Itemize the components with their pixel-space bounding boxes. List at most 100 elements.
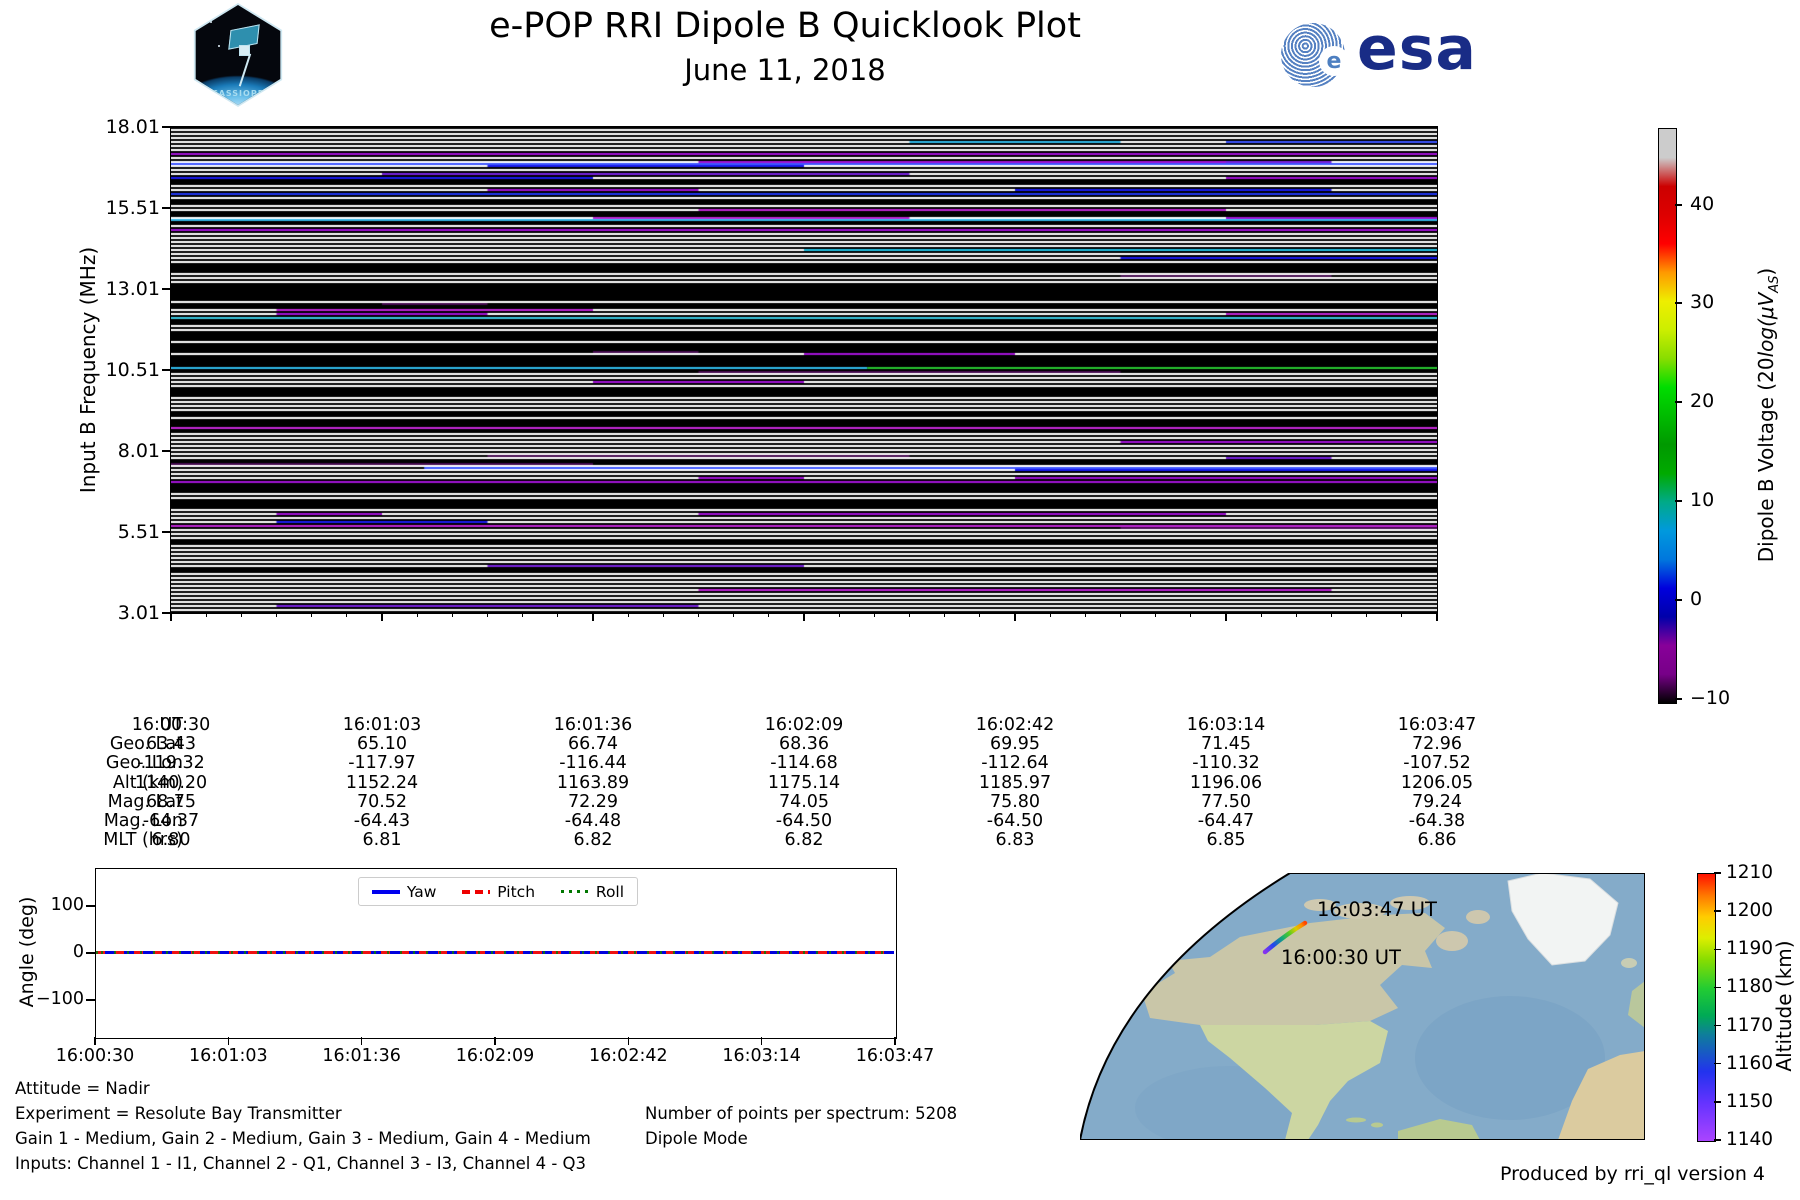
time-tick-mark	[803, 613, 805, 621]
points-per-spectrum-line: Number of points per spectrum: 5208	[645, 1101, 957, 1126]
time-tick-mark	[1436, 613, 1438, 621]
time-minor-tick	[944, 613, 945, 617]
dipole-mode-line: Dipole Mode	[645, 1126, 957, 1151]
alt-cbar-tick-label: 1190	[1726, 938, 1786, 959]
angle-xtick-mark	[761, 1037, 763, 1045]
time-minor-tick	[557, 613, 558, 617]
time-minor-tick	[241, 613, 242, 617]
freq-tick-mark	[162, 207, 171, 209]
angle-ytick-label: 0	[28, 942, 84, 962]
time-minor-tick	[874, 613, 875, 617]
voltage-cbar-tick-mark	[1675, 599, 1682, 601]
ephemeris-value: -64.50	[729, 811, 879, 831]
alt-cbar-tick-label: 1160	[1726, 1053, 1786, 1074]
ephemeris-value: 79.24	[1362, 792, 1512, 812]
time-minor-tick	[1190, 613, 1191, 617]
ephemeris-value: 16:01:03	[307, 715, 457, 735]
alt-cbar-tick-mark	[1714, 1139, 1721, 1141]
voltage-cbar-tick-mark	[1675, 500, 1682, 502]
alt-cbar-tick-label: 1150	[1726, 1091, 1786, 1112]
ephemeris-value: 1196.06	[1151, 773, 1301, 793]
time-minor-tick	[1401, 613, 1402, 617]
voltage-cbar-tick-mark	[1675, 698, 1682, 700]
esa-wordmark: esa	[1357, 14, 1477, 84]
ephemeris-value: -64.48	[518, 811, 668, 831]
ephemeris-value: 1163.89	[518, 773, 668, 793]
time-minor-tick	[1331, 613, 1332, 617]
yaw-line-swatch	[372, 890, 400, 894]
alt-cbar-tick-mark	[1714, 949, 1721, 951]
voltage-cbar-tick-label: 30	[1690, 291, 1760, 313]
voltage-cbar-tick-label: 0	[1690, 588, 1760, 610]
esa-logo: e esa	[1281, 20, 1481, 92]
track-start-label: 16:00:30 UT	[1281, 946, 1401, 969]
ephemeris-value: 6.85	[1151, 830, 1301, 850]
time-minor-tick	[1155, 613, 1156, 617]
time-minor-tick	[1296, 613, 1297, 617]
ephemeris-value: -64.38	[1362, 811, 1512, 831]
angle-ytick-label: 100	[28, 895, 84, 915]
page-title: e-POP RRI Dipole B Quicklook Plot	[400, 6, 1170, 46]
legend-label-pitch: Pitch	[497, 883, 535, 901]
angle-xtick-mark	[894, 1037, 896, 1045]
ephemeris-value: 68.75	[96, 792, 246, 812]
voltage-cbar-tick-mark	[1675, 401, 1682, 403]
ephemeris-value: 16:00:30	[96, 715, 246, 735]
time-minor-tick	[1085, 613, 1086, 617]
angle-ytick-mark	[86, 999, 95, 1001]
voltage-cbar-tick-label: 20	[1690, 390, 1760, 412]
time-minor-tick	[663, 613, 664, 617]
time-minor-tick	[522, 613, 523, 617]
ephemeris-value: 74.05	[729, 792, 879, 812]
time-tick-mark	[381, 613, 383, 621]
footer-annotations: Attitude = Nadir Experiment = Resolute B…	[15, 1076, 591, 1176]
time-minor-tick	[1120, 613, 1121, 617]
freq-tick-mark	[162, 288, 171, 290]
alt-cbar-tick-mark	[1714, 1025, 1721, 1027]
time-minor-tick	[979, 613, 980, 617]
quicklook-figure: CASSIOPE e-POP RRI Dipole B Quicklook Pl…	[0, 0, 1800, 1200]
alt-cbar-tick-mark	[1714, 872, 1721, 874]
ephemeris-value: 6.82	[518, 830, 668, 850]
voltage-cbar-tick-mark	[1675, 204, 1682, 206]
time-minor-tick	[839, 613, 840, 617]
ephemeris-value: 72.96	[1362, 734, 1512, 754]
time-minor-tick	[276, 613, 277, 617]
legend-label-yaw: Yaw	[407, 883, 437, 901]
roll-line-swatch	[561, 890, 589, 894]
time-minor-tick	[698, 613, 699, 617]
angle-xtick-label: 16:02:42	[563, 1046, 693, 1066]
time-minor-tick	[768, 613, 769, 617]
ephemeris-value: 6.82	[729, 830, 879, 850]
alt-cbar-tick-label: 1180	[1726, 976, 1786, 997]
angle-xtick-mark	[628, 1037, 630, 1045]
angle-xtick-mark	[494, 1037, 496, 1045]
voltage-colorbar	[1658, 128, 1677, 704]
time-minor-tick	[909, 613, 910, 617]
spectrogram-canvas	[171, 127, 1437, 613]
ephemeris-value: 70.52	[307, 792, 457, 812]
time-minor-tick	[417, 613, 418, 617]
legend-label-roll: Roll	[596, 883, 624, 901]
angle-xtick-label: 16:01:03	[163, 1046, 293, 1066]
ephemeris-value: -64.50	[940, 811, 1090, 831]
ephemeris-value: -114.68	[729, 753, 879, 773]
ephemeris-value: -117.97	[307, 753, 457, 773]
angle-xtick-mark	[228, 1037, 230, 1045]
freq-tick-label: 3.01	[98, 602, 160, 624]
gain-line: Gain 1 - Medium, Gain 2 - Medium, Gain 3…	[15, 1126, 591, 1151]
voltage-cbar-tick-label: 10	[1690, 489, 1760, 511]
time-minor-tick	[206, 613, 207, 617]
time-minor-tick	[487, 613, 488, 617]
freq-tick-label: 18.01	[98, 116, 160, 138]
time-tick-mark	[1014, 613, 1016, 621]
ephemeris-value: -112.64	[940, 753, 1090, 773]
ephemeris-value: -119.32	[96, 753, 246, 773]
angle-ytick-mark	[86, 905, 95, 907]
time-minor-tick	[452, 613, 453, 617]
ephemeris-value: -107.52	[1362, 753, 1512, 773]
angle-xtick-label: 16:03:14	[697, 1046, 827, 1066]
ephemeris-value: 16:01:36	[518, 715, 668, 735]
legend-item-yaw: Yaw	[372, 883, 437, 901]
time-minor-tick	[1261, 613, 1262, 617]
